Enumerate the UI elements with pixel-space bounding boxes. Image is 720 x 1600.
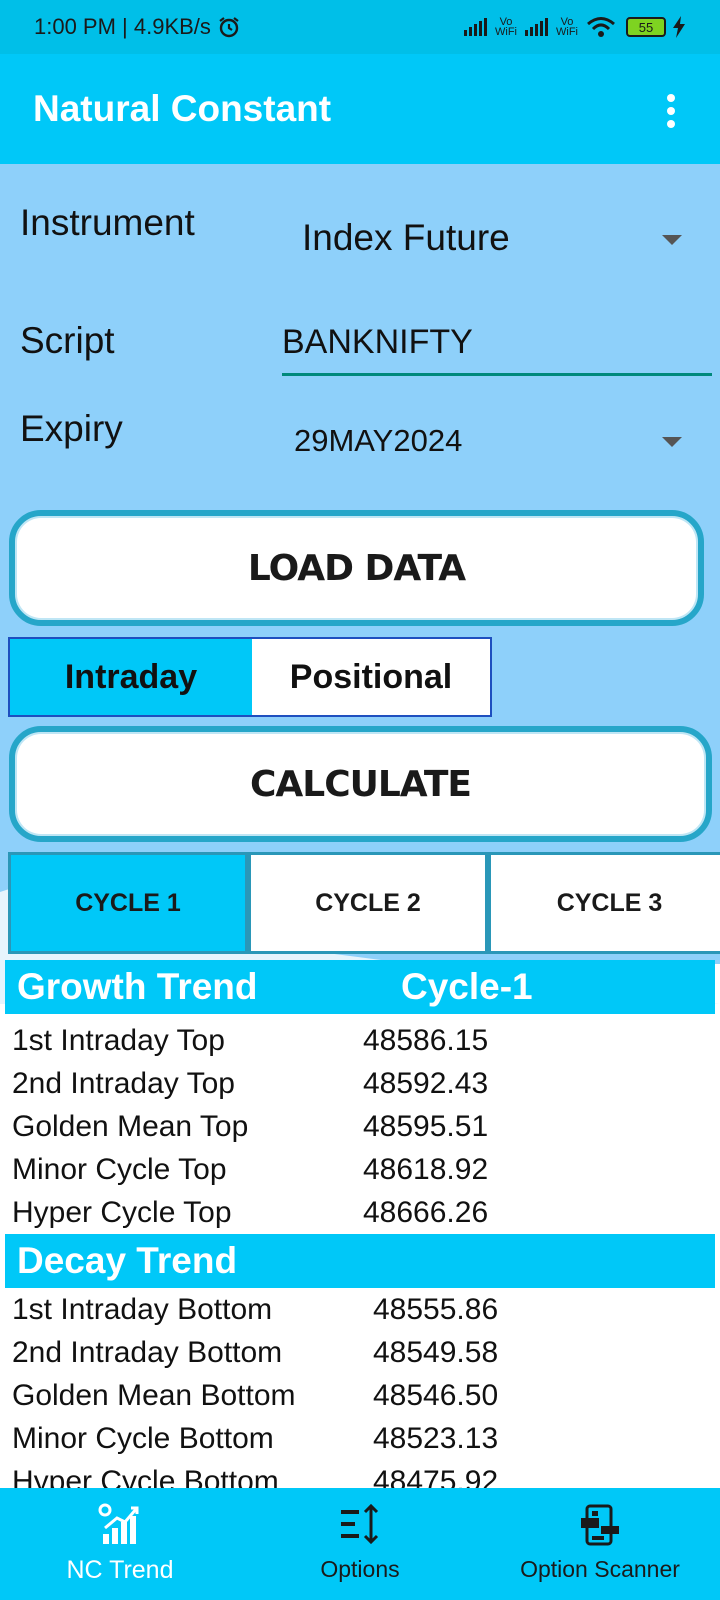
growth-trend-title: Growth Trend: [17, 966, 258, 1007]
app-title: Natural Constant: [33, 88, 332, 129]
nav-item-option-scanner[interactable]: Option Scanner: [490, 1488, 710, 1600]
chevron-down-icon: [662, 437, 682, 447]
scanner-icon: [581, 1504, 619, 1546]
charging-icon: [673, 16, 685, 38]
decay-trend-title: Decay Trend: [17, 1240, 238, 1281]
intraday-tab[interactable]: Intraday: [10, 639, 252, 715]
decay-row-label: 1st Intraday Bottom: [12, 1293, 273, 1326]
growth-row-value: 48666.26: [363, 1196, 489, 1229]
chevron-down-icon: [662, 235, 682, 245]
growth-row-label: Minor Cycle Top: [12, 1153, 227, 1186]
script-label: Script: [20, 320, 115, 361]
decay-row-label: Golden Mean Bottom: [12, 1379, 296, 1412]
signal-2-icon: [525, 18, 548, 36]
growth-row-label: Golden Mean Top: [12, 1110, 249, 1143]
growth-row-label: Hyper Cycle Top: [12, 1196, 232, 1229]
load-data-button[interactable]: LOAD DATA: [9, 510, 704, 626]
expiry-dropdown[interactable]: 29MAY2024: [282, 405, 712, 475]
mode-toggle: Intraday Positional: [8, 637, 492, 717]
decay-row-label: 2nd Intraday Bottom: [12, 1336, 283, 1369]
signal-1-icon: [464, 18, 487, 36]
decay-row-label: Minor Cycle Bottom: [12, 1422, 274, 1455]
tab-cycle-1[interactable]: CYCLE 1: [8, 852, 248, 954]
app-bar: Natural Constant: [0, 54, 720, 164]
nav-label-nc-trend: NC Trend: [66, 1556, 174, 1584]
trend-chart-icon: [98, 1503, 139, 1544]
instrument-label: Instrument: [20, 202, 195, 243]
vo-wifi-2-label: Vo WiFi: [556, 16, 578, 38]
alarm-icon: [219, 17, 239, 38]
growth-trend-header: Growth Trend Cycle-1: [5, 960, 715, 1014]
overflow-menu-icon[interactable]: [666, 94, 676, 128]
growth-row-value: 48592.43: [363, 1067, 489, 1100]
decay-trend-header: Decay Trend: [5, 1234, 715, 1288]
wifi-icon: [587, 17, 615, 37]
bottom-nav: NC Trend Options Option Scanner: [0, 1488, 720, 1600]
growth-row-value: 48595.51: [363, 1110, 489, 1143]
battery-icon: 55: [626, 17, 666, 37]
status-left: 1:00 PM | 4.9KB/s: [34, 14, 241, 40]
nav-label-option-scanner: Option Scanner: [520, 1556, 680, 1582]
positional-tab[interactable]: Positional: [252, 639, 490, 715]
nav-item-nc-trend[interactable]: NC Trend: [20, 1488, 220, 1600]
growth-row-value: 48618.92: [363, 1153, 489, 1186]
cycle-tabs: CYCLE 1 CYCLE 2 CYCLE 3: [8, 852, 720, 954]
growth-row-value: 48586.15: [363, 1024, 489, 1057]
options-sort-icon: [341, 1503, 379, 1545]
status-bar: 1:00 PM | 4.9KB/s Vo WiFi Vo WiFi 55: [0, 0, 720, 54]
calculate-button[interactable]: CALCULATE: [9, 726, 712, 842]
tab-cycle-3[interactable]: CYCLE 3: [488, 852, 720, 954]
growth-trend-cycle: Cycle-1: [401, 966, 533, 1007]
vo-wifi-1-label: Vo WiFi: [495, 16, 517, 38]
nav-item-options[interactable]: Options: [260, 1488, 460, 1600]
growth-row-label: 1st Intraday Top: [12, 1024, 225, 1057]
nav-label-options: Options: [320, 1556, 400, 1582]
instrument-value: Index Future: [302, 217, 510, 258]
decay-row-value: 48549.58: [373, 1336, 499, 1369]
expiry-label: Expiry: [20, 408, 123, 449]
tab-cycle-2[interactable]: CYCLE 2: [248, 852, 488, 954]
status-right: Vo WiFi Vo WiFi 55: [464, 16, 686, 38]
decay-row-value: 48523.13: [373, 1422, 499, 1455]
growth-row-label: 2nd Intraday Top: [12, 1067, 235, 1100]
decay-row-value: 48555.86: [373, 1293, 499, 1326]
decay-row-value: 48546.50: [373, 1379, 499, 1412]
instrument-dropdown[interactable]: Index Future: [282, 205, 712, 275]
expiry-value: 29MAY2024: [294, 423, 463, 458]
script-input[interactable]: [282, 318, 712, 376]
status-time-speed: 1:00 PM | 4.9KB/s: [34, 14, 211, 39]
